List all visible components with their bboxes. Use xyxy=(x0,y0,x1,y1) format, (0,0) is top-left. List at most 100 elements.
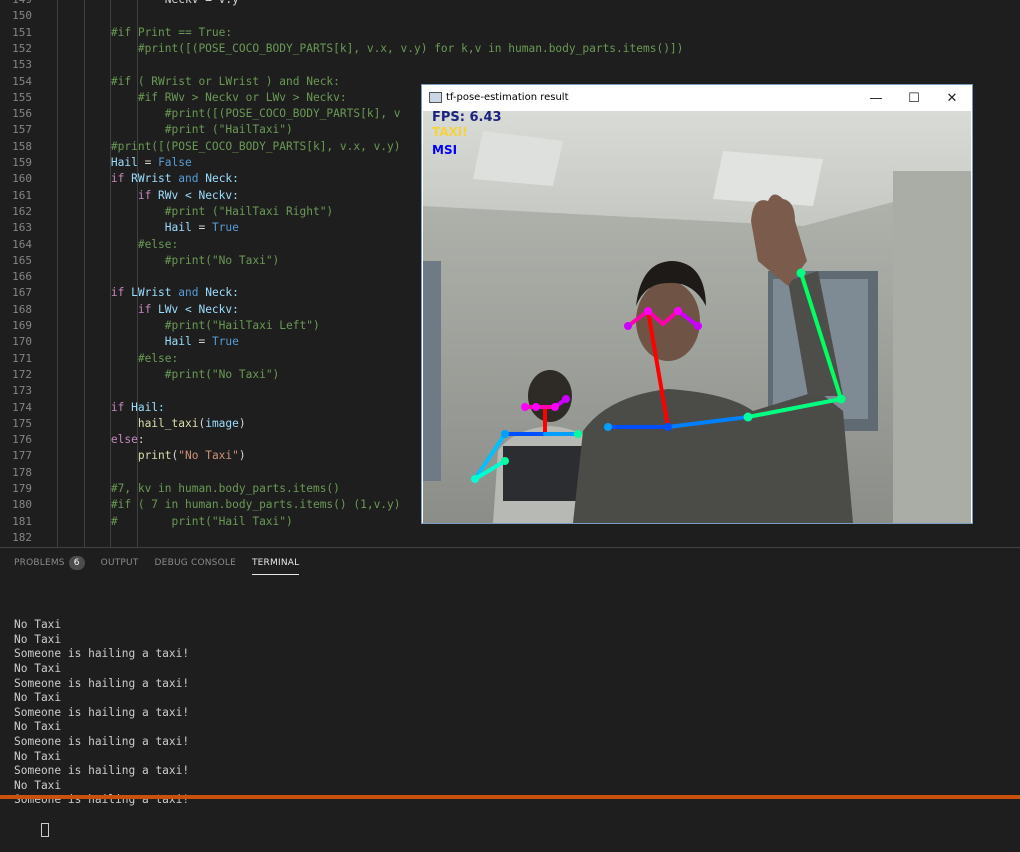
line-number: 172 xyxy=(12,367,32,381)
tab-terminal[interactable]: TERMINAL xyxy=(251,556,300,575)
code-text: #else: xyxy=(137,351,179,365)
code-text: if LWrist and Neck: xyxy=(110,286,239,300)
code-text: print("No Taxi") xyxy=(137,449,246,463)
window-titlebar[interactable]: tf-pose-estimation result — ☐ ✕ xyxy=(422,85,972,111)
terminal-cursor xyxy=(40,822,49,837)
code-text: #print([(POSE_COCO_BODY_PARTS[k], v.x, v… xyxy=(137,41,684,55)
window-left xyxy=(423,261,441,481)
line-number: 178 xyxy=(12,465,32,479)
line-number: 182 xyxy=(12,530,32,544)
code-text: #if RWv > Neckv or LWv > Neckv: xyxy=(137,90,347,104)
terminal-line: No Taxi xyxy=(14,618,62,632)
code-text: #print("No Taxi") xyxy=(164,367,280,381)
line-number: 152 xyxy=(12,41,32,55)
terminal-line: No Taxi xyxy=(14,632,62,646)
ceiling-light xyxy=(713,151,823,206)
maximize-button[interactable]: ☐ xyxy=(894,85,934,111)
code-text: # print("Hail Taxi") xyxy=(110,514,293,528)
line-number: 181 xyxy=(12,514,32,528)
line-number: 168 xyxy=(12,302,32,316)
line-number: 164 xyxy=(12,237,32,251)
terminal-line: Someone is hailing a taxi! xyxy=(14,676,190,690)
terminal-line: No Taxi xyxy=(14,720,62,734)
line-number: 166 xyxy=(12,270,32,284)
line-number: 155 xyxy=(12,90,32,104)
laptop xyxy=(503,446,588,501)
taxi-overlay: TAXI! xyxy=(432,125,468,139)
terminal-line: No Taxi xyxy=(14,749,62,763)
line-number: 180 xyxy=(12,498,32,512)
code-text: if Hail: xyxy=(110,400,165,414)
line-number: 161 xyxy=(12,188,32,202)
line-number: 154 xyxy=(12,74,32,88)
tab-debug-console[interactable]: DEBUG CONSOLE xyxy=(155,556,236,575)
fps-overlay: FPS: 6.43 xyxy=(432,111,502,125)
terminal-line: Someone is hailing a taxi! xyxy=(14,734,190,748)
close-button[interactable]: ✕ xyxy=(932,85,972,111)
line-number: 149 xyxy=(0,0,32,8)
tab-terminal-label: TERMINAL xyxy=(251,557,300,568)
pose-estimation-image: FPS: 6.43 TAXI! MSI xyxy=(423,111,971,523)
code-text: Hail = True xyxy=(164,221,239,235)
bottom-panel: PROBLEMS 6 OUTPUT DEBUG CONSOLE TERMINAL… xyxy=(0,547,1020,837)
line-number: 179 xyxy=(12,482,32,495)
line-number: 171 xyxy=(12,351,32,365)
pose-result-window[interactable]: tf-pose-estimation result — ☐ ✕ FPS: 6.4… xyxy=(421,84,973,524)
code-text: Neckv = v.y xyxy=(57,0,239,8)
terminal-line: Someone is hailing a taxi! xyxy=(14,705,190,719)
code-text: #print("HailTaxi Left") xyxy=(164,319,320,332)
tab-debug-console-label: DEBUG CONSOLE xyxy=(154,558,236,568)
code-text: #print([(POSE_COCO_BODY_PARTS[k], v xyxy=(164,107,401,121)
line-number: 169 xyxy=(12,319,32,332)
line-number: 167 xyxy=(12,286,32,300)
line-number: 170 xyxy=(12,335,32,349)
line-number: 162 xyxy=(12,204,32,218)
terminal-output[interactable]: No Taxi No Taxi Someone is hailing a taxi!… xyxy=(14,589,189,852)
panel-tabs: PROBLEMS 6 OUTPUT DEBUG CONSOLE TERMINAL xyxy=(14,556,300,575)
status-bar xyxy=(0,795,1020,799)
code-text: #if ( RWrist or LWrist ) and Neck: xyxy=(110,74,340,88)
tab-output[interactable]: OUTPUT xyxy=(101,556,139,575)
terminal-line: Someone is hailing a taxi! xyxy=(14,764,190,778)
line-number: 176 xyxy=(12,433,32,447)
code-text: if RWrist and Neck: xyxy=(110,172,239,186)
code-text: hail_taxi(image) xyxy=(137,416,246,430)
line-number: 157 xyxy=(12,123,32,137)
code-text: #print ("HailTaxi Right") xyxy=(164,204,334,218)
line-number: 159 xyxy=(12,156,32,169)
msi-overlay: MSI xyxy=(432,143,457,157)
terminal-line: No Taxi xyxy=(14,778,62,792)
code-text: if LWv < Neckv: xyxy=(137,302,239,316)
code-text: else: xyxy=(110,433,145,447)
code-text: #if Print == True: xyxy=(110,25,233,39)
line-number: 151 xyxy=(12,25,32,39)
code-text: Hail = False xyxy=(110,156,192,169)
line-number: 177 xyxy=(12,449,32,463)
code-text: #print([(POSE_COCO_BODY_PARTS[k], v.x, v… xyxy=(110,139,401,153)
tab-output-label: OUTPUT xyxy=(100,558,139,568)
problems-count-badge: 6 xyxy=(68,556,85,570)
terminal-line: No Taxi xyxy=(14,691,62,705)
line-number: 156 xyxy=(12,107,32,121)
code-text: #else: xyxy=(137,237,179,251)
line-number: 160 xyxy=(12,172,32,186)
wall-right xyxy=(893,171,971,523)
line-number: 174 xyxy=(12,400,32,414)
tab-problems-label: PROBLEMS xyxy=(14,558,65,568)
line-number: 175 xyxy=(12,416,32,430)
code-text: if RWv < Neckv: xyxy=(137,188,239,202)
tab-problems[interactable]: PROBLEMS 6 xyxy=(14,556,85,575)
minimize-button[interactable]: — xyxy=(856,85,896,111)
code-text: Hail = True xyxy=(164,335,239,349)
line-number: 165 xyxy=(12,253,32,267)
code-text: #7, kv in human.body_parts.items() xyxy=(110,482,340,495)
line-number: 163 xyxy=(12,221,32,235)
line-number: 173 xyxy=(12,384,32,398)
line-number: 153 xyxy=(12,58,32,72)
app-window-icon xyxy=(429,92,442,103)
code-text: #print("No Taxi") xyxy=(164,253,280,267)
window-title: tf-pose-estimation result xyxy=(446,92,569,103)
person-front-hoodie xyxy=(573,389,853,523)
terminal-line: No Taxi xyxy=(14,661,62,675)
terminal-line: Someone is hailing a taxi! xyxy=(14,647,190,661)
